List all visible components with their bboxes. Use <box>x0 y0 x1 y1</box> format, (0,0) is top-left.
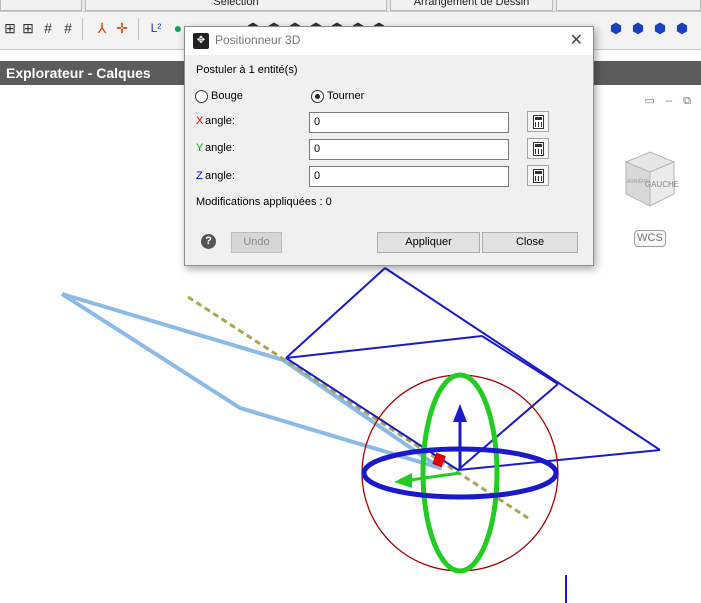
apply-button[interactable]: Appliquer <box>377 232 480 253</box>
z-axis-letter: Z <box>196 170 203 182</box>
move-radio-label[interactable]: Bouge <box>211 90 243 102</box>
z-angle-calculator-button[interactable] <box>527 165 549 186</box>
ribbon-tab-left[interactable] <box>0 0 82 11</box>
grid-dense-icon[interactable]: # <box>60 20 76 36</box>
close-button[interactable]: Close <box>482 232 578 253</box>
y-angle-label: angle: <box>205 142 235 154</box>
view-cube-front-icon[interactable]: ⬢ <box>630 20 646 36</box>
view-cube-icon[interactable]: GAUCHE ARRIÈRE <box>620 150 680 208</box>
axis-tool-icon[interactable]: ⅄ <box>94 20 110 36</box>
selected-plane-outline <box>60 292 442 470</box>
y-angle-input[interactable]: 0 <box>309 139 509 160</box>
wcs-button[interactable]: WCS <box>634 230 666 247</box>
axis-tool-2-icon[interactable]: ✛ <box>114 20 130 36</box>
help-icon[interactable]: ? <box>201 234 216 249</box>
x-angle-calculator-button[interactable] <box>527 111 549 132</box>
x-angle-input[interactable]: 0 <box>309 112 509 133</box>
calculator-icon <box>532 168 544 183</box>
grid-lines-icon[interactable]: # <box>40 20 56 36</box>
move-radio[interactable] <box>195 90 208 103</box>
calculator-icon <box>532 114 544 129</box>
gizmo-y-arrow <box>394 473 412 488</box>
dialog-title-bar[interactable]: ✥ Positionneur 3D ✕ <box>185 27 593 55</box>
rotate-radio-label[interactable]: Tourner <box>327 90 364 102</box>
calculator-icon <box>532 141 544 156</box>
ribbon-tab-strip: Sélection Arrangement de Dessin <box>0 0 701 12</box>
positioner-app-icon: ✥ <box>193 33 209 49</box>
measure-icon[interactable]: L² <box>148 20 164 36</box>
apply-entity-count: Postuler à 1 entité(s) <box>196 64 298 76</box>
y-axis-letter: Y <box>196 142 204 154</box>
view-cube-side-label: ARRIÈRE <box>627 178 650 185</box>
y-angle-calculator-button[interactable] <box>527 138 549 159</box>
gizmo-y-axis <box>409 471 461 482</box>
ribbon-tab-drawing-arrangement[interactable]: Arrangement de Dessin <box>390 0 553 11</box>
x-angle-label: angle: <box>205 115 235 127</box>
toolbar-separator <box>82 18 83 40</box>
close-icon[interactable]: ✕ <box>570 30 583 50</box>
dialog-title: Positionneur 3D <box>215 33 301 47</box>
gizmo-z-arrow <box>453 404 467 422</box>
view-cube-face-label: GAUCHE <box>645 180 679 189</box>
ribbon-tab-selection[interactable]: Sélection <box>85 0 387 11</box>
view-cube-top-icon[interactable]: ⬢ <box>608 20 624 36</box>
view-cube-iso-icon[interactable]: ⬢ <box>674 20 690 36</box>
cad-application: Sélection Arrangement de Dessin ⊞ ⊞ # # … <box>0 0 701 603</box>
grid-icon[interactable]: ⊞ <box>2 20 18 36</box>
ribbon-tab-right[interactable] <box>556 0 701 11</box>
view-cube[interactable]: GAUCHE ARRIÈRE <box>620 150 680 208</box>
grid-snap-icon[interactable]: ⊞ <box>20 20 36 36</box>
undo-button[interactable]: Undo <box>231 232 282 253</box>
explorer-layers-title: Explorateur - Calques <box>6 65 151 81</box>
modifications-status: Modifications appliquées : 0 <box>196 196 332 208</box>
positioner-3d-dialog: ✥ Positionneur 3D ✕ Postuler à 1 entité(… <box>184 26 594 266</box>
z-angle-input[interactable]: 0 <box>309 166 509 187</box>
view-cube-side-icon[interactable]: ⬢ <box>652 20 668 36</box>
x-axis-letter: X <box>196 115 204 127</box>
rotate-radio[interactable] <box>311 90 324 103</box>
z-angle-label: angle: <box>205 170 235 182</box>
toolbar-separator <box>138 18 139 40</box>
